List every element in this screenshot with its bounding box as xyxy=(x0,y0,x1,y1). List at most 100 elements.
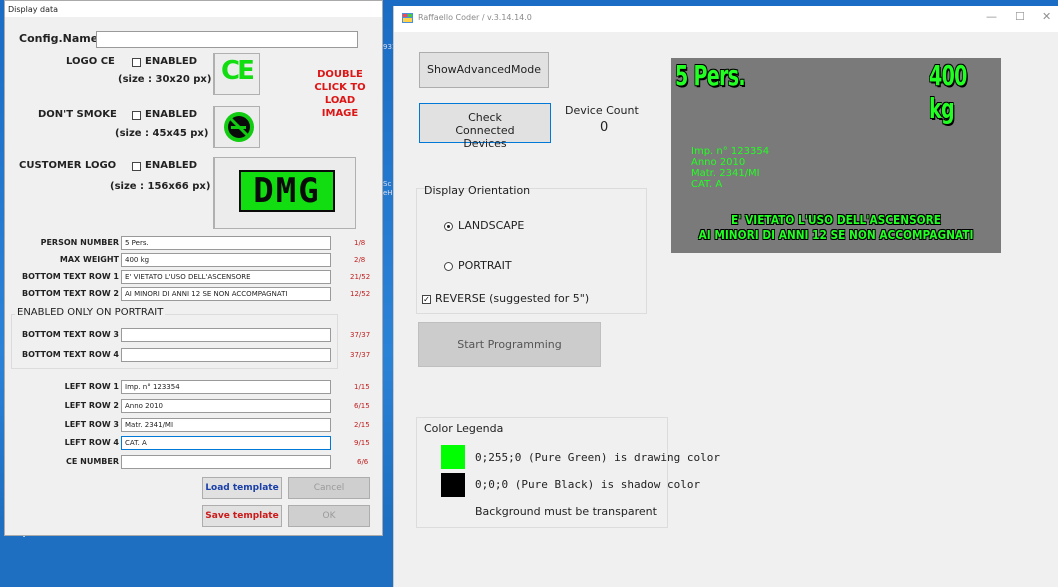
logo-ce-checkbox[interactable] xyxy=(132,58,141,67)
hint-line: IMAGE xyxy=(321,108,359,119)
customer-logo-checkbox[interactable] xyxy=(132,162,141,171)
close-icon[interactable]: ✕ xyxy=(1042,10,1051,23)
hint-line: DOUBLE xyxy=(317,69,363,80)
config-name-input[interactable] xyxy=(96,31,358,48)
app-icon xyxy=(402,13,413,23)
landscape-radio[interactable] xyxy=(444,222,453,231)
logo-ce-enabled-label[interactable]: ENABLED xyxy=(145,56,197,67)
preview-left-row: Matr. 2341/MI xyxy=(691,168,760,179)
dialog-title: Display data xyxy=(5,1,382,17)
coder-window: Raffaello Coder / v.3.14.14.0 — ☐ ✕ Show… xyxy=(393,6,1058,587)
ce-number-label: CE NUMBER xyxy=(66,457,119,466)
load-template-button[interactable]: Load template xyxy=(202,477,282,499)
dont-smoke-enabled-label[interactable]: ENABLED xyxy=(145,109,197,120)
coder-titlebar: Raffaello Coder / v.3.14.14.0 — ☐ ✕ xyxy=(394,6,1058,32)
preview-person-number: 5 Pers. xyxy=(675,59,746,92)
max-weight-count: 2/8 xyxy=(354,256,366,264)
reverse-checkbox[interactable]: ✓ xyxy=(422,295,431,304)
left-row-1-input[interactable]: Imp. n° 123354 xyxy=(121,380,331,394)
color-legend-title: Color Legenda xyxy=(424,422,504,435)
bottom-row-2-input[interactable]: AI MINORI DI ANNI 12 SE NON ACCOMPAGNATI xyxy=(121,287,331,301)
cancel-button[interactable]: Cancel xyxy=(288,477,370,499)
dont-smoke-label: DON'T SMOKE xyxy=(38,109,117,120)
customer-logo-label: CUSTOMER LOGO xyxy=(19,160,117,171)
bottom-row-2-count: 12/52 xyxy=(350,290,371,298)
person-number-label: PERSON NUMBER xyxy=(40,238,119,247)
max-weight-input[interactable]: 400 kg xyxy=(121,253,331,267)
show-advanced-mode-button[interactable]: ShowAdvancedMode xyxy=(419,52,549,88)
left-row-1-label: LEFT ROW 1 xyxy=(64,382,119,391)
left-row-2-label: LEFT ROW 2 xyxy=(64,401,119,410)
preview-bottom-row: E' VIETATO L'USO DELL'ASCENSORE xyxy=(730,213,941,227)
device-count-label: Device Count xyxy=(565,104,639,117)
preview-bottom-row: AI MINORI DI ANNI 12 SE NON ACCOMPAGNATI xyxy=(698,228,974,242)
dmg-logo: DMG xyxy=(239,170,335,212)
ce-number-input[interactable] xyxy=(121,455,331,469)
black-swatch xyxy=(441,473,465,497)
bottom-row-1-label: BOTTOM TEXT ROW 1 xyxy=(21,272,119,281)
left-row-1-count: 1/15 xyxy=(354,383,370,391)
start-programming-button[interactable]: Start Programming xyxy=(418,322,601,367)
ok-button[interactable]: OK xyxy=(288,505,370,527)
check-connected-devices-label: Check Connected Devices xyxy=(455,111,515,150)
double-click-hint: DOUBLE CLICK TO LOAD IMAGE xyxy=(301,68,379,120)
logo-ce-size: (size : 30x20 px) xyxy=(118,74,212,85)
max-weight-label: MAX WEIGHT xyxy=(59,255,119,264)
ce-mark-icon: CE xyxy=(221,56,255,86)
person-number-count: 1/8 xyxy=(354,239,366,247)
no-smoking-icon xyxy=(224,112,254,142)
bottom-row-4-label: BOTTOM TEXT ROW 4 xyxy=(21,350,119,359)
legend-item-green: 0;255;0 (Pure Green) is drawing color xyxy=(475,451,721,464)
desktop-edge-text: Sc xyxy=(383,180,392,188)
left-row-2-input[interactable]: Anno 2010 xyxy=(121,399,331,413)
left-row-4-count: 9/15 xyxy=(354,439,370,447)
customer-logo-size: (size : 156x66 px) xyxy=(110,181,211,192)
preview-max-weight: 400 kg xyxy=(929,59,967,125)
preview-left-row: Anno 2010 xyxy=(691,157,746,168)
logo-ce-label: LOGO CE xyxy=(66,56,115,67)
portrait-radio[interactable] xyxy=(444,262,453,271)
person-number-input[interactable]: 5 Pers. xyxy=(121,236,331,250)
dont-smoke-image[interactable] xyxy=(213,106,260,148)
portrait-label[interactable]: PORTRAIT xyxy=(458,259,512,272)
landscape-label[interactable]: LANDSCAPE xyxy=(458,219,524,232)
left-row-4-input[interactable]: CAT. A xyxy=(121,436,331,450)
customer-logo-image[interactable]: DMG xyxy=(213,157,356,229)
reverse-label[interactable]: REVERSE (suggested for 5") xyxy=(435,292,589,305)
hint-line: LOAD xyxy=(324,95,356,106)
green-swatch xyxy=(441,445,465,469)
bottom-row-2-label: BOTTOM TEXT ROW 2 xyxy=(21,289,119,298)
bottom-row-1-count: 21/52 xyxy=(350,273,371,281)
save-template-button[interactable]: Save template xyxy=(202,505,282,527)
bottom-row-4-count: 37/37 xyxy=(350,351,371,359)
legend-item-black: 0;0;0 (Pure Black) is shadow color xyxy=(475,478,701,491)
logo-ce-image[interactable]: CE xyxy=(213,53,260,95)
display-preview: 5 Pers. 400 kg Imp. n° 123354 Anno 2010 … xyxy=(671,58,1001,253)
preview-left-row: CAT. A xyxy=(691,179,723,190)
ce-number-count: 6/6 xyxy=(357,458,369,466)
left-row-3-count: 2/15 xyxy=(354,421,370,429)
dont-smoke-checkbox[interactable] xyxy=(132,111,141,120)
bottom-row-3-label: BOTTOM TEXT ROW 3 xyxy=(21,330,119,339)
hint-line: CLICK TO xyxy=(314,82,366,93)
bottom-row-3-count: 37/37 xyxy=(350,331,371,339)
preview-left-row: Imp. n° 123354 xyxy=(691,146,770,157)
maximize-icon[interactable]: ☐ xyxy=(1015,10,1025,23)
check-connected-devices-button[interactable]: Check Connected Devices xyxy=(419,103,551,150)
left-row-3-input[interactable]: Matr. 2341/MI xyxy=(121,418,331,432)
customer-logo-enabled-label[interactable]: ENABLED xyxy=(145,160,197,171)
bottom-row-4-input[interactable] xyxy=(121,348,331,362)
left-row-2-count: 6/15 xyxy=(354,402,370,410)
display-data-dialog: Display data Config.Name LOGO CE ENABLED… xyxy=(4,0,383,536)
orientation-label: Display Orientation xyxy=(424,184,531,197)
minimize-icon[interactable]: — xyxy=(986,10,997,23)
left-row-3-label: LEFT ROW 3 xyxy=(64,420,119,429)
bottom-row-1-input[interactable]: E' VIETATO L'USO DELL'ASCENSORE xyxy=(121,270,331,284)
device-count-value: 0 xyxy=(600,120,609,135)
bottom-row-3-input[interactable] xyxy=(121,328,331,342)
portrait-only-label: ENABLED ONLY ON PORTRAIT xyxy=(15,307,166,318)
window-title: Raffaello Coder / v.3.14.14.0 xyxy=(418,13,532,22)
left-row-4-label: LEFT ROW 4 xyxy=(64,438,119,447)
legend-item-transparent: Background must be transparent xyxy=(475,505,657,518)
config-name-label: Config.Name xyxy=(19,32,99,45)
